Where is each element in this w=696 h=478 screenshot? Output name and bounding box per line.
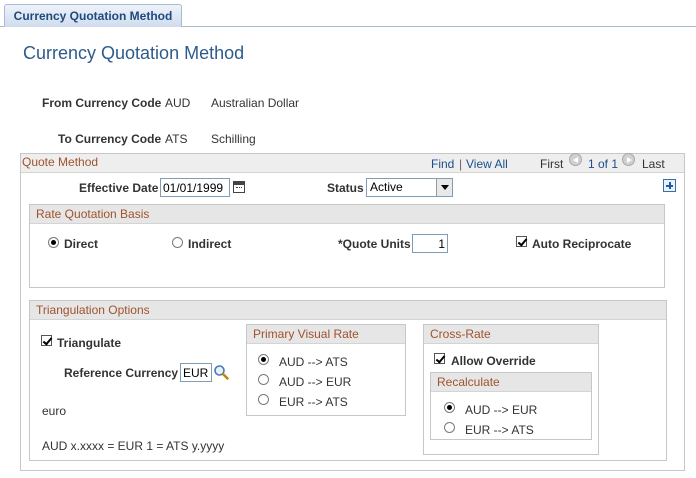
recalc-aud-eur-radio[interactable] bbox=[444, 402, 455, 413]
triangulation-formula: AUD x.xxxx = EUR 1 = ATS y.yyyy bbox=[42, 439, 225, 453]
triangulation-options-title: Triangulation Options bbox=[36, 303, 150, 317]
from-currency-code: AUD bbox=[165, 96, 191, 110]
page-title: Currency Quotation Method bbox=[23, 43, 245, 63]
triangulate-label: Triangulate bbox=[57, 336, 122, 350]
recalculate-header: Recalculate bbox=[431, 373, 591, 392]
tab-currency-quotation-method[interactable]: Currency Quotation Method bbox=[4, 4, 182, 27]
last-label: Last bbox=[642, 157, 665, 171]
pvr-option-label: AUD --> EUR bbox=[279, 375, 352, 389]
pvr-option-label: EUR --> ATS bbox=[279, 395, 348, 409]
next-row-icon[interactable] bbox=[622, 153, 635, 166]
calendar-icon[interactable] bbox=[233, 181, 245, 193]
from-currency-label: From Currency Code bbox=[42, 96, 162, 110]
reference-currency-label: Reference Currency bbox=[64, 366, 179, 380]
indirect-radio[interactable] bbox=[172, 237, 183, 248]
allow-override-checkbox[interactable] bbox=[434, 353, 445, 364]
dropdown-arrow-icon bbox=[436, 179, 452, 196]
pvr-aud-ats-radio[interactable] bbox=[258, 354, 269, 365]
recalc-option-label: AUD --> EUR bbox=[465, 403, 538, 417]
from-currency-name: Australian Dollar bbox=[211, 96, 300, 110]
pvr-option-label: AUD --> ATS bbox=[279, 355, 348, 369]
reference-currency-description: euro bbox=[42, 404, 67, 418]
status-select[interactable]: Active bbox=[366, 178, 453, 197]
to-currency-name: Schilling bbox=[211, 132, 256, 146]
find-link[interactable]: Find bbox=[431, 157, 454, 171]
quote-method-title: Quote Method bbox=[22, 155, 99, 169]
rate-quotation-basis-header: Rate Quotation Basis bbox=[30, 205, 664, 224]
effective-date-input[interactable] bbox=[160, 178, 230, 197]
recalc-option-label: EUR --> ATS bbox=[465, 423, 534, 437]
status-label: Status bbox=[327, 181, 364, 195]
rate-quotation-basis-title: Rate Quotation Basis bbox=[36, 207, 150, 221]
reference-currency-input[interactable] bbox=[180, 363, 212, 382]
quote-units-input[interactable] bbox=[412, 234, 448, 253]
to-currency-label: To Currency Code bbox=[58, 132, 162, 146]
pvr-aud-eur-radio[interactable] bbox=[258, 374, 269, 385]
direct-radio[interactable] bbox=[48, 237, 59, 248]
direct-label: Direct bbox=[64, 237, 99, 251]
quote-method-header: Quote Method bbox=[21, 154, 684, 173]
primary-visual-rate-header: Primary Visual Rate bbox=[247, 325, 405, 344]
view-all-link[interactable]: View All bbox=[466, 157, 508, 171]
cross-rate-title: Cross-Rate bbox=[430, 327, 491, 341]
previous-row-icon[interactable] bbox=[569, 153, 582, 166]
indirect-label: Indirect bbox=[188, 237, 232, 251]
nav-separator: | bbox=[459, 157, 463, 171]
triangulation-options-header: Triangulation Options bbox=[30, 301, 666, 320]
quote-units-label: *Quote Units bbox=[338, 237, 411, 251]
row-count: 1 of 1 bbox=[588, 157, 619, 171]
to-currency-code: ATS bbox=[165, 132, 188, 146]
pvr-eur-ats-radio[interactable] bbox=[258, 394, 269, 405]
effective-date-label: Effective Date bbox=[79, 181, 159, 195]
triangulate-checkbox[interactable] bbox=[41, 335, 52, 346]
recalc-eur-ats-radio[interactable] bbox=[444, 422, 455, 433]
first-label: First bbox=[540, 157, 564, 171]
recalculate-title: Recalculate bbox=[437, 375, 500, 389]
auto-reciprocate-checkbox[interactable] bbox=[516, 236, 527, 247]
primary-visual-rate-title: Primary Visual Rate bbox=[253, 327, 359, 341]
allow-override-label: Allow Override bbox=[451, 354, 536, 368]
add-row-icon[interactable] bbox=[663, 179, 676, 192]
lookup-icon[interactable] bbox=[213, 364, 229, 380]
cross-rate-header: Cross-Rate bbox=[424, 325, 598, 344]
status-value: Active bbox=[370, 180, 403, 194]
auto-reciprocate-label: Auto Reciprocate bbox=[532, 237, 632, 251]
